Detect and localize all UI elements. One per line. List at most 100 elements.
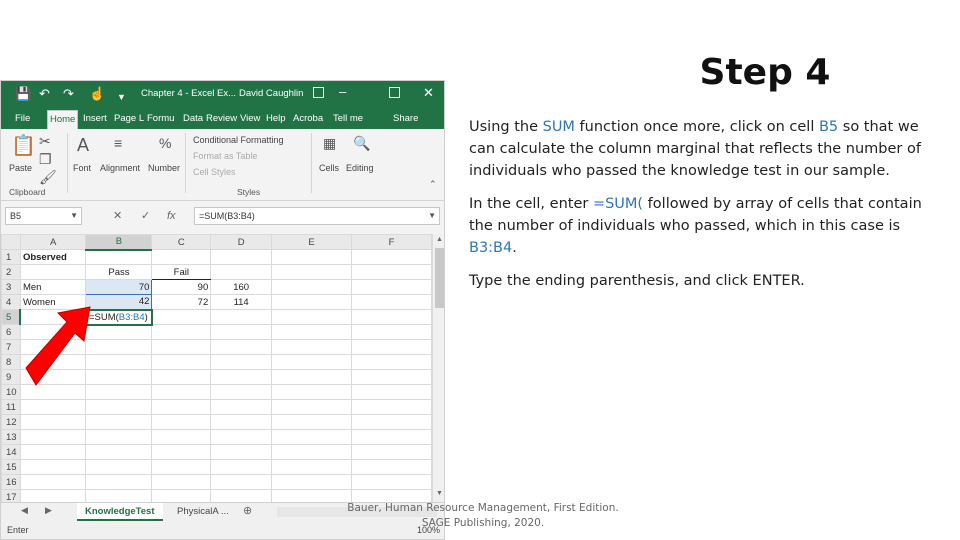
row-header[interactable]: 3 — [1, 279, 21, 295]
cells-button[interactable]: Cells — [319, 163, 339, 173]
user-name[interactable]: David Caughlin — [239, 88, 303, 99]
vertical-scrollbar[interactable]: ▲ ▼ — [432, 234, 444, 502]
tab-page-layout[interactable]: Page L — [112, 110, 146, 129]
row-header[interactable]: 9 — [1, 369, 21, 385]
insert-function-icon[interactable]: fx — [167, 207, 176, 225]
conditional-formatting-button[interactable]: Conditional Formatting — [193, 135, 284, 145]
cell-a1[interactable]: Observed — [19, 249, 87, 265]
tab-insert[interactable]: Insert — [81, 110, 109, 129]
tell-me-search[interactable]: Tell me — [331, 110, 365, 129]
cell-d5[interactable] — [210, 309, 273, 325]
format-as-table-button[interactable]: Format as Table — [193, 151, 257, 161]
tab-data[interactable]: Data — [181, 110, 205, 129]
next-sheet-icon[interactable]: ▶ — [45, 505, 52, 516]
collapse-ribbon-icon[interactable]: ⌃ — [429, 179, 437, 190]
name-box-dropdown-icon[interactable]: ▼ — [70, 208, 78, 224]
tab-help[interactable]: Help — [264, 110, 288, 129]
add-sheet-icon[interactable]: ⊕ — [243, 504, 252, 517]
search-icon[interactable]: 🔍 — [353, 135, 370, 152]
cell-c3[interactable]: 90 — [151, 279, 212, 295]
confirm-entry-icon[interactable]: ✓ — [141, 207, 150, 225]
row-header[interactable]: 6 — [1, 324, 21, 340]
row-header[interactable]: 10 — [1, 384, 21, 400]
cell-styles-button[interactable]: Cell Styles — [193, 167, 236, 177]
cut-icon[interactable]: ✂ — [39, 133, 51, 150]
cell-b2[interactable]: Pass — [85, 264, 153, 280]
cell-c2[interactable]: Fail — [151, 264, 212, 280]
format-painter-icon[interactable]: 🖌 — [39, 169, 57, 186]
select-all-corner[interactable] — [1, 234, 21, 250]
cell-a5[interactable] — [19, 309, 87, 325]
cell-d4[interactable]: 114 — [210, 294, 273, 310]
sheet-tab-physical[interactable]: PhysicalA ... — [169, 503, 237, 521]
undo-icon[interactable]: ↶ — [39, 86, 50, 102]
row-header[interactable]: 8 — [1, 354, 21, 370]
cell-b1[interactable] — [85, 249, 153, 265]
formula-input[interactable]: =SUM(B3:B4) ▼ — [194, 207, 440, 225]
alignment-button[interactable]: Alignment — [100, 163, 140, 173]
column-header[interactable]: D — [210, 234, 273, 250]
cell-d3[interactable]: 160 — [210, 279, 273, 295]
row-header[interactable]: 15 — [1, 459, 21, 475]
cells-icon[interactable]: ▦ — [323, 135, 336, 152]
cell-c5[interactable] — [151, 309, 212, 325]
cell-b3[interactable]: 70 — [85, 279, 153, 295]
worksheet-grid[interactable]: A B C D E F 1 Observed 2 Pass Fail 3 Men… — [1, 234, 432, 502]
maximize-icon[interactable] — [389, 87, 400, 98]
cell-d2[interactable] — [210, 264, 273, 280]
row-header[interactable]: 5 — [1, 309, 22, 325]
scroll-thumb[interactable] — [435, 248, 444, 308]
row-header[interactable]: 4 — [1, 294, 21, 310]
font-button[interactable]: Font — [73, 163, 91, 173]
cancel-entry-icon[interactable]: ✕ — [113, 207, 122, 225]
row-header[interactable]: 2 — [1, 264, 21, 280]
name-box[interactable]: B5 ▼ — [5, 207, 82, 225]
number-button[interactable]: Number — [148, 163, 180, 173]
column-header[interactable]: A — [19, 234, 87, 250]
row-header[interactable]: 12 — [1, 414, 21, 430]
row-header[interactable]: 11 — [1, 399, 21, 415]
row-header[interactable]: 7 — [1, 339, 21, 355]
tab-view[interactable]: View — [238, 110, 262, 129]
ribbon-display-icon[interactable] — [313, 87, 324, 98]
cell-a2[interactable] — [19, 264, 87, 280]
editing-button[interactable]: Editing — [346, 163, 374, 173]
alignment-icon[interactable]: ≡ — [114, 135, 122, 151]
cell-d1[interactable] — [210, 249, 273, 265]
paste-button[interactable]: Paste — [9, 163, 32, 173]
share-button[interactable]: Share — [391, 110, 420, 129]
paste-icon[interactable]: 📋 — [11, 133, 36, 158]
row-header[interactable]: 16 — [1, 474, 21, 490]
row-header[interactable]: 1 — [1, 249, 21, 265]
font-icon[interactable]: A — [77, 135, 89, 156]
cell-a3[interactable]: Men — [19, 279, 87, 295]
column-header[interactable]: E — [271, 234, 352, 250]
scroll-down-icon[interactable]: ▼ — [436, 490, 443, 497]
number-format-icon[interactable]: % — [159, 135, 171, 151]
cell-c4[interactable]: 72 — [151, 294, 212, 310]
customize-toolbar-icon[interactable]: ▼ — [117, 89, 126, 105]
save-icon[interactable]: 💾 — [15, 86, 31, 102]
tab-formulas[interactable]: Formu — [145, 110, 176, 129]
tab-review[interactable]: Review — [204, 110, 239, 129]
cell-a4[interactable]: Women — [19, 294, 87, 310]
column-header[interactable]: F — [351, 234, 432, 250]
previous-sheet-icon[interactable]: ◀ — [21, 505, 28, 516]
redo-icon[interactable]: ↷ — [63, 86, 74, 102]
cell-b5-active[interactable]: =SUM(B3:B4) — [84, 308, 153, 326]
row-header[interactable]: 17 — [1, 489, 21, 502]
close-icon[interactable]: ✕ — [423, 85, 434, 101]
tab-file[interactable]: File — [13, 110, 32, 129]
expand-formula-icon[interactable]: ▼ — [428, 208, 436, 224]
column-header[interactable]: B — [85, 234, 153, 251]
cell-c1[interactable] — [151, 249, 212, 265]
tab-acrobat[interactable]: Acroba — [291, 110, 325, 129]
sheet-tab-knowledgetest[interactable]: KnowledgeTest — [77, 503, 163, 521]
cell-b4[interactable]: 42 — [85, 294, 153, 310]
tab-home[interactable]: Home — [47, 110, 79, 129]
row-header[interactable]: 13 — [1, 429, 21, 445]
row-header[interactable]: 14 — [1, 444, 21, 460]
minimize-icon[interactable]: – — [339, 84, 346, 100]
copy-icon[interactable]: ❐ — [39, 151, 52, 168]
scroll-up-icon[interactable]: ▲ — [436, 236, 443, 243]
